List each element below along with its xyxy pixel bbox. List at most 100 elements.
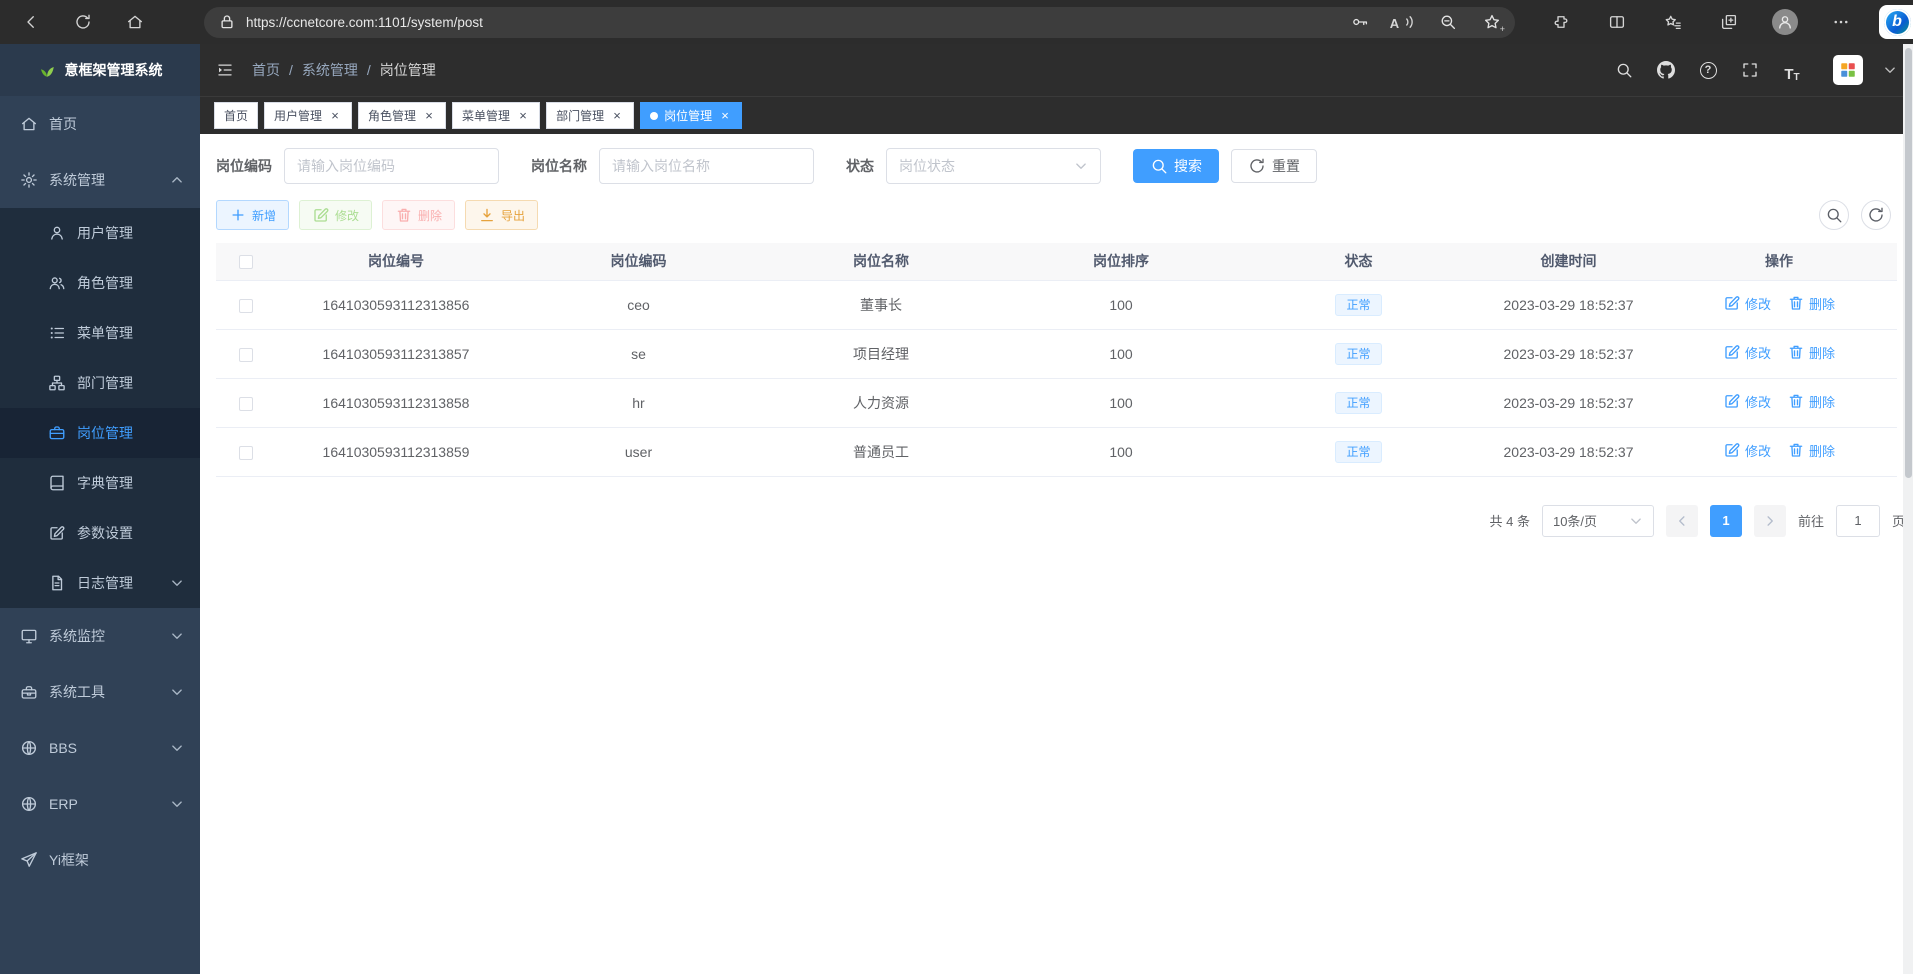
help-icon[interactable]: ? — [1695, 57, 1721, 83]
breadcrumb-separator: / — [289, 62, 293, 78]
post-code-input[interactable] — [284, 148, 499, 184]
github-icon[interactable] — [1653, 57, 1679, 83]
cell-post-code: se — [516, 329, 761, 378]
sidebar-item-system-tools[interactable]: 系统工具 — [0, 664, 200, 720]
chevron-right-icon — [1761, 512, 1779, 530]
tab-post-management[interactable]: 岗位管理 × — [640, 102, 742, 129]
delete-button[interactable]: 删除 — [382, 200, 455, 230]
chevron-down-icon[interactable] — [1881, 61, 1899, 79]
sidebar-item-parameter-settings[interactable]: 参数设置 — [0, 508, 200, 558]
globe-icon — [20, 739, 38, 757]
row-delete-link[interactable]: 删除 — [1787, 343, 1835, 362]
browser-refresh-button[interactable] — [64, 5, 102, 39]
row-edit-link[interactable]: 修改 — [1723, 294, 1771, 313]
toggle-search-button[interactable] — [1819, 200, 1849, 230]
close-icon[interactable]: × — [610, 109, 624, 123]
paper-plane-icon — [20, 851, 38, 869]
breadcrumb-system[interactable]: 系统管理 — [302, 60, 358, 80]
fullscreen-icon[interactable] — [1737, 57, 1763, 83]
table-row: 1641030593112313858 hr 人力资源 100 正常 2023-… — [216, 378, 1897, 427]
row-delete-link[interactable]: 删除 — [1787, 441, 1835, 460]
column-actions: 操作 — [1661, 243, 1897, 280]
sidebar-item-department-management[interactable]: 部门管理 — [0, 358, 200, 408]
chevron-down-icon — [168, 739, 186, 757]
sidebar-item-system-monitoring[interactable]: 系统监控 — [0, 608, 200, 664]
page-number-1[interactable]: 1 — [1710, 505, 1742, 537]
row-edit-link[interactable]: 修改 — [1723, 441, 1771, 460]
close-icon[interactable]: × — [422, 109, 436, 123]
sidebar-item-erp[interactable]: ERP — [0, 776, 200, 832]
edit-button[interactable]: 修改 — [299, 200, 372, 230]
sidebar-item-home[interactable]: 首页 — [0, 96, 200, 152]
add-favorite-icon[interactable]: + — [1477, 9, 1507, 35]
sidebar-item-post-management[interactable]: 岗位管理 — [0, 408, 200, 458]
status-label: 状态 — [846, 156, 874, 176]
font-size-icon[interactable]: TT — [1779, 57, 1805, 83]
bing-sidebar-icon[interactable]: b — [1879, 5, 1913, 39]
row-checkbox[interactable] — [239, 446, 253, 460]
row-checkbox[interactable] — [239, 348, 253, 362]
user-avatar[interactable] — [1833, 55, 1863, 85]
status-select[interactable]: 岗位状态 — [886, 148, 1101, 184]
row-edit-link[interactable]: 修改 — [1723, 343, 1771, 362]
breadcrumb-home[interactable]: 首页 — [252, 60, 280, 80]
sidebar-item-yi-framework[interactable]: Yi框架 — [0, 832, 200, 888]
reset-button[interactable]: 重置 — [1231, 149, 1317, 183]
header-search-icon[interactable] — [1611, 57, 1637, 83]
row-checkbox[interactable] — [239, 397, 253, 411]
browser-menu-icon[interactable] — [1823, 5, 1859, 39]
sidebar-item-system-management[interactable]: 系统管理 — [0, 152, 200, 208]
post-name-input[interactable] — [599, 148, 814, 184]
read-aloud-icon[interactable]: A — [1389, 9, 1419, 35]
add-button[interactable]: 新增 — [216, 200, 289, 230]
password-key-icon[interactable] — [1345, 9, 1375, 35]
row-edit-link[interactable]: 修改 — [1723, 392, 1771, 411]
page-size-select[interactable]: 10条/页 — [1542, 505, 1654, 537]
refresh-table-button[interactable] — [1861, 200, 1891, 230]
tab-user-management[interactable]: 用户管理 × — [264, 102, 352, 129]
next-page-button[interactable] — [1754, 505, 1786, 537]
trash-icon — [1787, 294, 1805, 312]
goto-page-input[interactable] — [1836, 505, 1880, 537]
search-button[interactable]: 搜索 — [1133, 149, 1219, 183]
export-button[interactable]: 导出 — [465, 200, 538, 230]
favorites-icon[interactable] — [1655, 5, 1691, 39]
tab-department-management[interactable]: 部门管理 × — [546, 102, 634, 129]
cell-created: 2023-03-29 18:52:37 — [1476, 427, 1661, 476]
page-scrollbar[interactable] — [1903, 44, 1913, 974]
row-checkbox[interactable] — [239, 299, 253, 313]
edit-icon — [1723, 294, 1741, 312]
row-delete-link[interactable]: 删除 — [1787, 294, 1835, 313]
close-icon[interactable]: × — [516, 109, 530, 123]
browser-profile-avatar[interactable] — [1767, 5, 1803, 39]
zoom-out-icon[interactable] — [1433, 9, 1463, 35]
toolbox-icon — [20, 683, 38, 701]
split-screen-icon[interactable] — [1599, 5, 1635, 39]
column-post-name: 岗位名称 — [761, 243, 1001, 280]
status-badge: 正常 — [1335, 294, 1381, 316]
pagination-total: 共 4 条 — [1490, 511, 1530, 530]
sidebar-item-user-management[interactable]: 用户管理 — [0, 208, 200, 258]
chevron-up-icon — [168, 171, 186, 189]
collections-icon[interactable] — [1711, 5, 1747, 39]
sidebar-item-role-management[interactable]: 角色管理 — [0, 258, 200, 308]
prev-page-button[interactable] — [1666, 505, 1698, 537]
extensions-icon[interactable] — [1543, 5, 1579, 39]
sidebar-collapse-icon[interactable] — [216, 61, 234, 79]
edit-icon — [312, 206, 330, 224]
sidebar-item-menu-management[interactable]: 菜单管理 — [0, 308, 200, 358]
close-icon[interactable]: × — [328, 109, 342, 123]
row-delete-link[interactable]: 删除 — [1787, 392, 1835, 411]
close-icon[interactable]: × — [718, 109, 732, 123]
tab-role-management[interactable]: 角色管理 × — [358, 102, 446, 129]
sidebar-item-log-management[interactable]: 日志管理 — [0, 558, 200, 608]
browser-home-button[interactable] — [116, 5, 154, 39]
sidebar-item-dictionary-management[interactable]: 字典管理 — [0, 458, 200, 508]
sidebar-item-bbs[interactable]: BBS — [0, 720, 200, 776]
select-all-checkbox[interactable] — [239, 255, 253, 269]
address-bar[interactable]: https://ccnetcore.com:1101/system/post A… — [204, 7, 1515, 38]
tab-menu-management[interactable]: 菜单管理 × — [452, 102, 540, 129]
tab-home[interactable]: 首页 — [214, 102, 258, 129]
scrollbar-thumb[interactable] — [1905, 48, 1912, 478]
browser-back-button[interactable] — [12, 5, 50, 39]
